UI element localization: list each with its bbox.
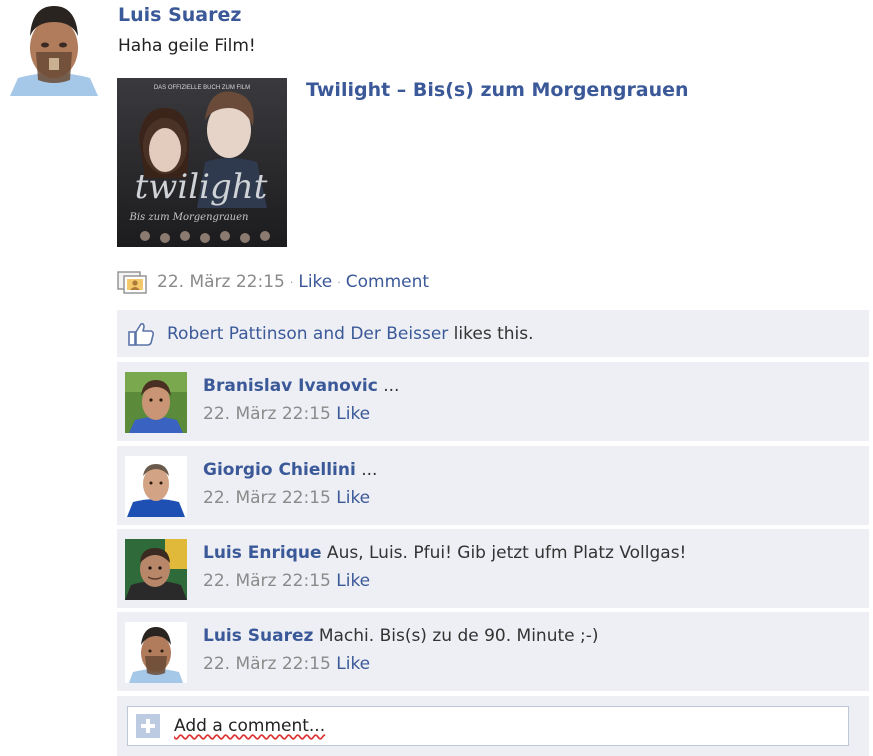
comment-like-link[interactable]: Like: [336, 488, 370, 508]
likes-summary: Robert Pattinson and Der Beisser likes t…: [117, 310, 869, 357]
add-comment-placeholder: Add a comment...: [174, 716, 326, 736]
add-comment-input[interactable]: Add a comment...: [127, 706, 849, 746]
attachment-title-link[interactable]: Twilight – Bis(s) zum Morgengrauen: [306, 79, 689, 101]
cover-header-text: DAS OFFIZIELLE BUCH ZUM FILM: [154, 85, 250, 91]
likes-suffix: likes this.: [448, 323, 534, 344]
comment-text: ...: [355, 460, 378, 480]
post-author-name[interactable]: Luis Suarez: [118, 4, 241, 26]
commenter-avatar[interactable]: [125, 539, 187, 600]
add-comment-row: Add a comment...: [117, 696, 869, 756]
likers-link[interactable]: Robert Pattinson and Der Beisser: [167, 324, 448, 344]
post-meta-row: 22. März 22:15 · Like · Comment: [117, 270, 429, 294]
post-like-link[interactable]: Like: [298, 272, 332, 292]
comment-text: ...: [377, 376, 400, 396]
comment-timestamp[interactable]: 22. März 22:15: [203, 654, 331, 674]
comment-item: Branislav Ivanovic ... 22. März 22:15 Li…: [117, 362, 869, 441]
photo-stack-icon: [117, 271, 147, 294]
commenter-avatar[interactable]: [125, 456, 187, 517]
comment-item: Luis Enrique Aus, Luis. Pfui! Gib jetzt …: [117, 529, 869, 608]
comment-like-link[interactable]: Like: [336, 404, 370, 424]
attachment-thumbnail[interactable]: DAS OFFIZIELLE BUCH ZUM FILM twilight Bi…: [117, 78, 287, 247]
comment-item: Luis Suarez Machi. Bis(s) zu de 90. Minu…: [117, 612, 869, 691]
post-comment-link[interactable]: Comment: [346, 272, 429, 292]
thumbs-up-icon: [128, 322, 155, 346]
comment-text: Machi. Bis(s) zu de 90. Minute ;-): [313, 626, 599, 646]
commenter-name[interactable]: Giorgio Chiellini: [203, 460, 356, 480]
meta-separator: ·: [337, 275, 341, 289]
comment-text: Aus, Luis. Pfui! Gib jetzt ufm Platz Vol…: [321, 543, 687, 563]
post-timestamp[interactable]: 22. März 22:15: [157, 272, 285, 292]
comment-timestamp[interactable]: 22. März 22:15: [203, 571, 331, 591]
comment-like-link[interactable]: Like: [336, 654, 370, 674]
commenter-name[interactable]: Branislav Ivanovic: [203, 376, 378, 396]
cover-subtitle-text: Bis zum Morgengrauen: [129, 212, 249, 223]
comment-timestamp[interactable]: 22. März 22:15: [203, 404, 331, 424]
comment-timestamp[interactable]: 22. März 22:15: [203, 488, 331, 508]
meta-separator: ·: [289, 275, 294, 289]
author-avatar[interactable]: [10, 0, 98, 96]
cover-title-text: twilight: [135, 167, 268, 207]
comment-item: Giorgio Chiellini ... 22. März 22:15 Lik…: [117, 446, 869, 525]
commenter-name[interactable]: Luis Enrique: [203, 543, 322, 563]
commenter-name[interactable]: Luis Suarez: [203, 626, 313, 646]
comment-like-link[interactable]: Like: [336, 571, 370, 591]
plus-icon: [136, 714, 160, 738]
commenter-avatar[interactable]: [125, 622, 187, 683]
post-text: Haha geile Film!: [118, 36, 256, 56]
commenter-avatar[interactable]: [125, 372, 187, 433]
